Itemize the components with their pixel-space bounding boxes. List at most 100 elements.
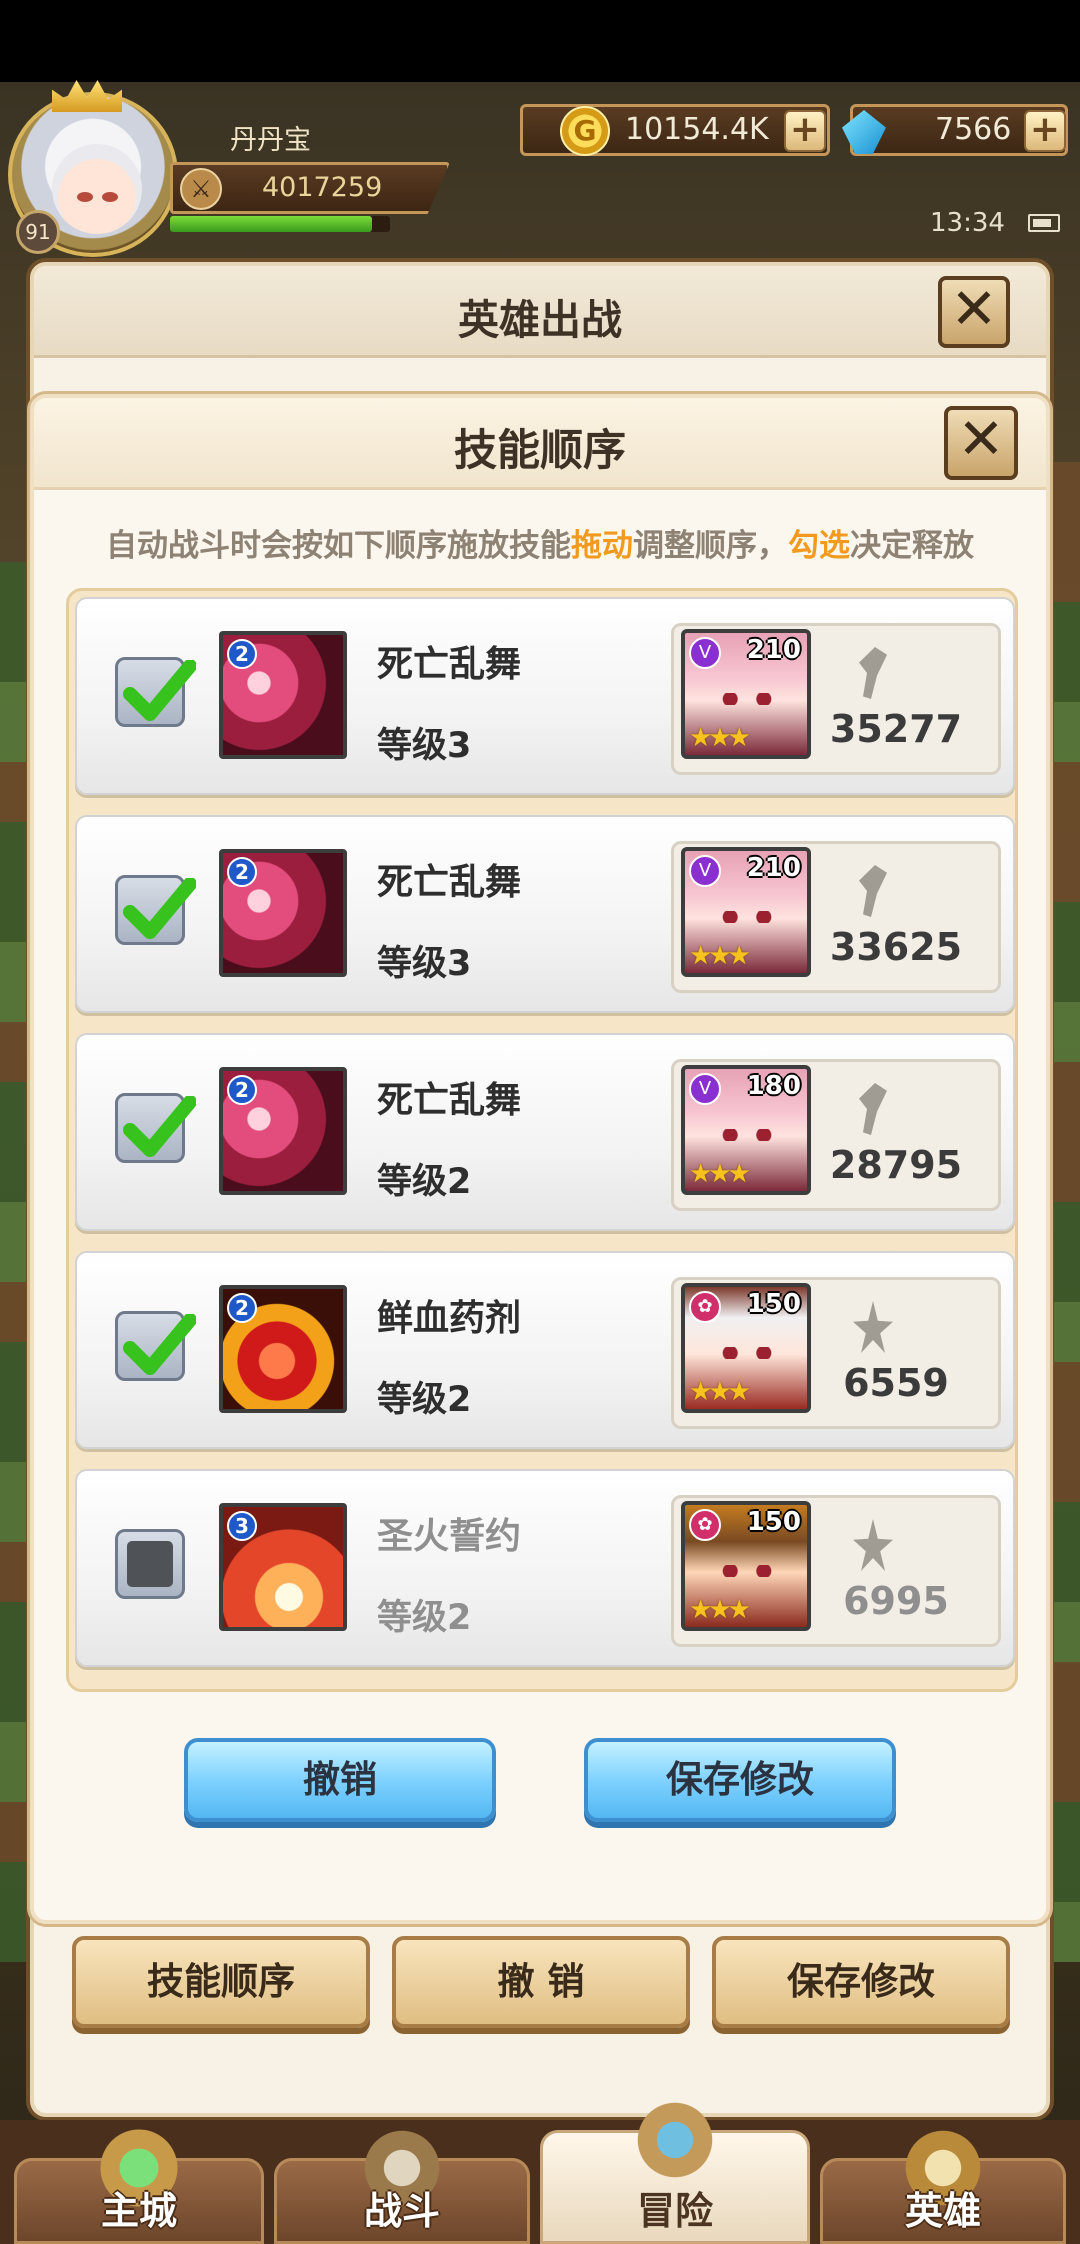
avatar-eye-left (77, 192, 93, 202)
hero-portrait: ✿ 150 ★★★ (681, 1501, 811, 1631)
hero-stars: ★★★ (689, 941, 751, 971)
hero-portrait: Ⅴ 180 ★★★ (681, 1065, 811, 1195)
skill-level-badge: 2 (227, 857, 257, 887)
bottom-navigation: 主城 战斗 冒险 英雄 (0, 2095, 1080, 2244)
faction-icon: ✿ (689, 1509, 721, 1541)
skill-level-badge: 2 (227, 639, 257, 669)
skill-level: 等级2 (377, 1162, 472, 1202)
skill-order-dialog: 技能顺序 ✕ 自动战斗时会按如下顺序施放技能拖动调整顺序，勾选决定释放 2 死亡… (30, 394, 1050, 1924)
skill-list: 2 死亡乱舞 等级3 Ⅴ 210 ★★★ 35277 2 死亡乱舞 等级3 Ⅴ … (66, 588, 1018, 1692)
hero-power: 28795 (829, 1143, 963, 1187)
player-level-badge: 91 (16, 210, 60, 254)
hero-eyes (719, 1565, 775, 1577)
tab-hero-label: 英雄 (904, 2189, 981, 2233)
skill-row[interactable]: 3 圣火誓约 等级2 ✿ 150 ★★★ 6995 (75, 1469, 1015, 1667)
hero-stars: ★★★ (689, 723, 751, 753)
clock: 13:34 (930, 208, 1005, 238)
hero-level: 180 (746, 1071, 801, 1101)
hero-level: 150 (746, 1289, 801, 1319)
skill-checkbox[interactable] (115, 1093, 196, 1163)
checkmark-icon (123, 1096, 196, 1157)
skill-checkbox[interactable] (115, 875, 196, 945)
game-screen: 91 丹丹宝 ⚔ 4017259 G 10154.4K + 7566 + 13:… (0, 0, 1080, 2244)
battery-icon (1028, 214, 1060, 232)
skill-row[interactable]: 2 死亡乱舞 等级3 Ⅴ 210 ★★★ 33625 (75, 815, 1015, 1013)
hero-level: 210 (746, 853, 801, 883)
skill-row[interactable]: 2 死亡乱舞 等级2 Ⅴ 180 ★★★ 28795 (75, 1033, 1015, 1231)
skill-name: 死亡乱舞 (377, 862, 522, 903)
hero-stars: ★★★ (689, 1377, 751, 1407)
skill-icon-death-dance: 2 (219, 1067, 347, 1195)
hero-power: 6995 (843, 1579, 949, 1623)
faction-icon: ✿ (689, 1291, 721, 1323)
hero-eyes (719, 1347, 775, 1359)
skill-order-header: 技能顺序 ✕ (34, 398, 1046, 490)
checkmark-icon (123, 660, 196, 721)
gem-amount: 7566 (935, 112, 1012, 147)
skill-name: 鲜血药剂 (377, 1298, 522, 1339)
save-changes-button[interactable]: 保存修改 (584, 1738, 896, 1822)
skill-row[interactable]: 2 鲜血药剂 等级2 ✿ 150 ★★★ 6559 (75, 1251, 1015, 1449)
hint-text-2: 调整顺序， (633, 528, 788, 564)
faction-icon: Ⅴ (689, 637, 721, 669)
skill-icon-holy-fire: 3 (219, 1503, 347, 1631)
player-name: 丹丹宝 (230, 125, 311, 156)
tab-adventure[interactable]: 冒险 (540, 2095, 810, 2244)
hero-eyes (719, 1129, 775, 1141)
skill-order-button[interactable]: 技能顺序 (72, 1936, 370, 2028)
skill-name: 圣火誓约 (377, 1516, 522, 1557)
player-power: 4017259 (262, 172, 383, 203)
hero-portrait: Ⅴ 210 ★★★ (681, 629, 811, 759)
skill-checkbox[interactable] (115, 657, 196, 727)
skill-level: 等级3 (377, 944, 472, 984)
skill-level: 等级2 (377, 1598, 472, 1638)
faction-icon: Ⅴ (689, 855, 721, 887)
hero-deploy-close-button[interactable]: ✕ (938, 276, 1010, 348)
hero-deploy-title: 英雄出战 (458, 296, 622, 344)
skill-level-badge: 2 (227, 1293, 257, 1323)
skill-order-hint: 自动战斗时会按如下顺序施放技能拖动调整顺序，勾选决定释放 (34, 520, 1046, 565)
skill-checkbox[interactable] (115, 1311, 196, 1381)
add-gold-button[interactable]: + (784, 110, 826, 152)
skill-level: 等级2 (377, 1380, 472, 1420)
hero-level: 210 (746, 635, 801, 665)
avatar-eye-right (102, 192, 118, 202)
hero-level: 150 (746, 1507, 801, 1537)
status-bar (0, 0, 1080, 82)
undo-button[interactable]: 撤销 (184, 1738, 496, 1822)
checkmark-icon (123, 1314, 196, 1375)
faction-icon: Ⅴ (689, 1073, 721, 1105)
xp-bar-fill (170, 216, 373, 232)
gold-amount: 10154.4K (625, 112, 769, 147)
hero-eyes (719, 693, 775, 705)
tab-battle[interactable]: 战斗 (274, 2123, 530, 2244)
hint-check: 勾选 (788, 528, 850, 564)
tab-hero[interactable]: 英雄 (820, 2123, 1066, 2244)
skill-row[interactable]: 2 死亡乱舞 等级3 Ⅴ 210 ★★★ 35277 (75, 597, 1015, 795)
hint-text-1: 自动战斗时会按如下顺序施放技能 (106, 528, 571, 564)
add-gems-button[interactable]: + (1024, 110, 1066, 152)
hero-power: 33625 (829, 925, 963, 969)
skill-name: 死亡乱舞 (377, 1080, 522, 1121)
xp-bar (170, 216, 390, 232)
skill-icon-death-dance: 2 (219, 849, 347, 977)
tab-main-city-label: 主城 (100, 2189, 177, 2233)
skill-checkbox[interactable] (115, 1529, 185, 1599)
outer-undo-button[interactable]: 撤 销 (392, 1936, 690, 2028)
tab-main-city[interactable]: 主城 (14, 2123, 264, 2244)
skill-icon-blood-potion: 2 (219, 1285, 347, 1413)
hero-stars: ★★★ (689, 1595, 751, 1625)
skill-order-title: 技能顺序 (454, 426, 626, 476)
skill-order-close-button[interactable]: ✕ (944, 406, 1018, 480)
outer-save-button[interactable]: 保存修改 (712, 1936, 1010, 2028)
skill-level-badge: 2 (227, 1075, 257, 1105)
hero-power: 6559 (843, 1361, 949, 1405)
tab-adventure-label: 冒险 (636, 2189, 713, 2233)
hero-power: 35277 (829, 707, 963, 751)
hint-text-3: 决定释放 (850, 528, 974, 564)
checkmark-icon (123, 878, 196, 939)
adventure-icon (630, 2095, 720, 2185)
skill-name: 死亡乱舞 (377, 644, 522, 685)
skill-level: 等级3 (377, 726, 472, 766)
hint-drag: 拖动 (571, 528, 633, 564)
